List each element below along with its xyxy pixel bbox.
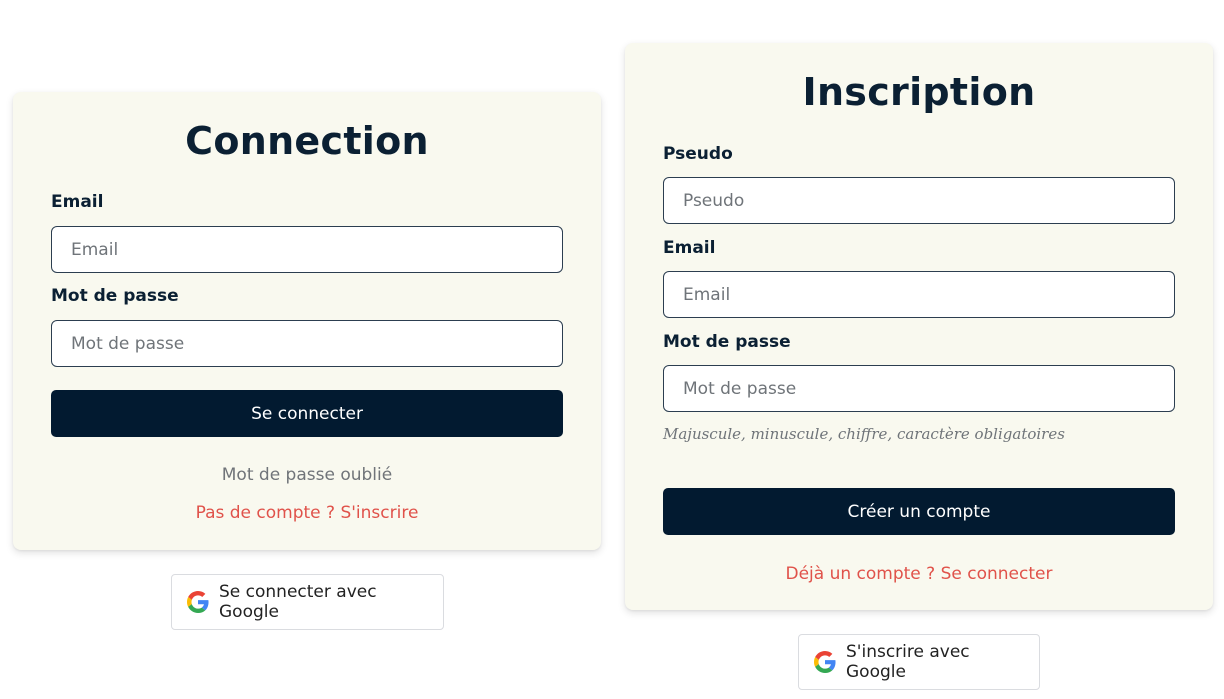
signup-title: Inscription	[802, 70, 1036, 114]
google-signup-label: S'inscrire avec Google	[846, 642, 970, 682]
login-password-input[interactable]	[51, 320, 563, 367]
login-password-label: Mot de passe	[51, 286, 179, 306]
signup-email-label: Email	[663, 238, 716, 258]
signup-email-input[interactable]	[663, 271, 1175, 318]
signup-password-label: Mot de passe	[663, 332, 791, 352]
signup-card: Inscription Pseudo Email Mot de passe Ma…	[625, 43, 1213, 610]
login-card: Connection Email Mot de passe Se connect…	[13, 92, 601, 550]
login-link[interactable]: Déjà un compte ? Se connecter	[625, 564, 1213, 584]
signup-link[interactable]: Pas de compte ? S'inscrire	[13, 503, 601, 523]
google-login-label: Se connecter avec Google	[219, 582, 377, 622]
signup-submit-button[interactable]: Créer un compte	[663, 488, 1175, 535]
google-g-icon	[814, 651, 836, 673]
google-g-icon	[187, 591, 209, 613]
signup-pseudo-input[interactable]	[663, 177, 1175, 224]
signup-pseudo-label: Pseudo	[663, 144, 733, 164]
forgot-password-link[interactable]: Mot de passe oublié	[13, 465, 601, 485]
password-hint: Majuscule, minuscule, chiffre, caractère…	[663, 425, 1065, 443]
login-email-label: Email	[51, 192, 104, 212]
login-submit-button[interactable]: Se connecter	[51, 390, 563, 437]
signup-password-input[interactable]	[663, 365, 1175, 412]
login-title: Connection	[185, 119, 429, 163]
login-email-input[interactable]	[51, 226, 563, 273]
google-login-button[interactable]: Se connecter avec Google	[171, 574, 444, 630]
google-signup-button[interactable]: S'inscrire avec Google	[798, 634, 1040, 690]
